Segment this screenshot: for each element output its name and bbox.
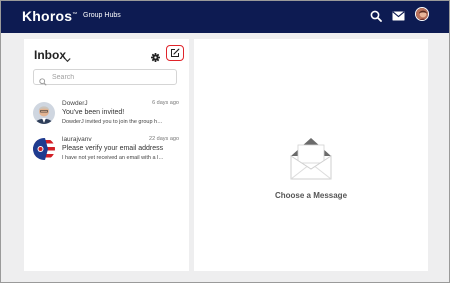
- app-window: Khoros™ Group Hubs Inbox Search DowderJ …: [0, 0, 450, 283]
- message-subject: Please verify your email address: [62, 145, 164, 152]
- envelope-icon: [290, 136, 332, 185]
- message-detail-panel: Choose a Message: [194, 39, 428, 271]
- chevron-down-icon[interactable]: [64, 50, 71, 68]
- message-subject: You've been invited!: [62, 109, 125, 116]
- trademark-mark: ™: [72, 11, 78, 18]
- search-box: [33, 69, 177, 86]
- search-input[interactable]: [52, 71, 172, 83]
- empty-state-message: Choose a Message: [274, 191, 348, 200]
- gear-icon[interactable]: [151, 49, 160, 67]
- inbox-title[interactable]: Inbox: [34, 48, 66, 62]
- logo-text: Khoros: [22, 8, 73, 24]
- message-preview: I have not yet received an email with a …: [62, 155, 164, 161]
- nav-link-group-hubs[interactable]: Group Hubs: [83, 12, 121, 19]
- message-sender[interactable]: laurajvanv: [62, 136, 92, 143]
- inbox-panel: Inbox Search DowderJ 6 days ago You've b…: [24, 39, 189, 271]
- sender-avatar: [33, 102, 55, 124]
- sender-avatar: [33, 138, 55, 160]
- top-navigation-bar: Khoros™ Group Hubs: [1, 1, 449, 33]
- mail-icon[interactable]: [390, 8, 406, 24]
- message-sender[interactable]: DowderJ: [62, 100, 88, 107]
- message-time: 22 days ago: [149, 136, 179, 142]
- compose-button[interactable]: [166, 45, 184, 61]
- message-list-item[interactable]: laurajvanv 22 days ago Please verify you…: [24, 136, 189, 170]
- search-icon[interactable]: [368, 8, 384, 24]
- user-avatar[interactable]: [415, 7, 429, 21]
- compose-icon: [171, 48, 180, 57]
- khoros-logo[interactable]: Khoros™: [22, 8, 77, 24]
- message-preview: DowderJ invited you to join the group h…: [62, 119, 163, 125]
- message-list-item[interactable]: DowderJ 6 days ago You've been invited! …: [24, 100, 189, 134]
- search-icon: [39, 73, 47, 91]
- message-time: 6 days ago: [152, 100, 179, 106]
